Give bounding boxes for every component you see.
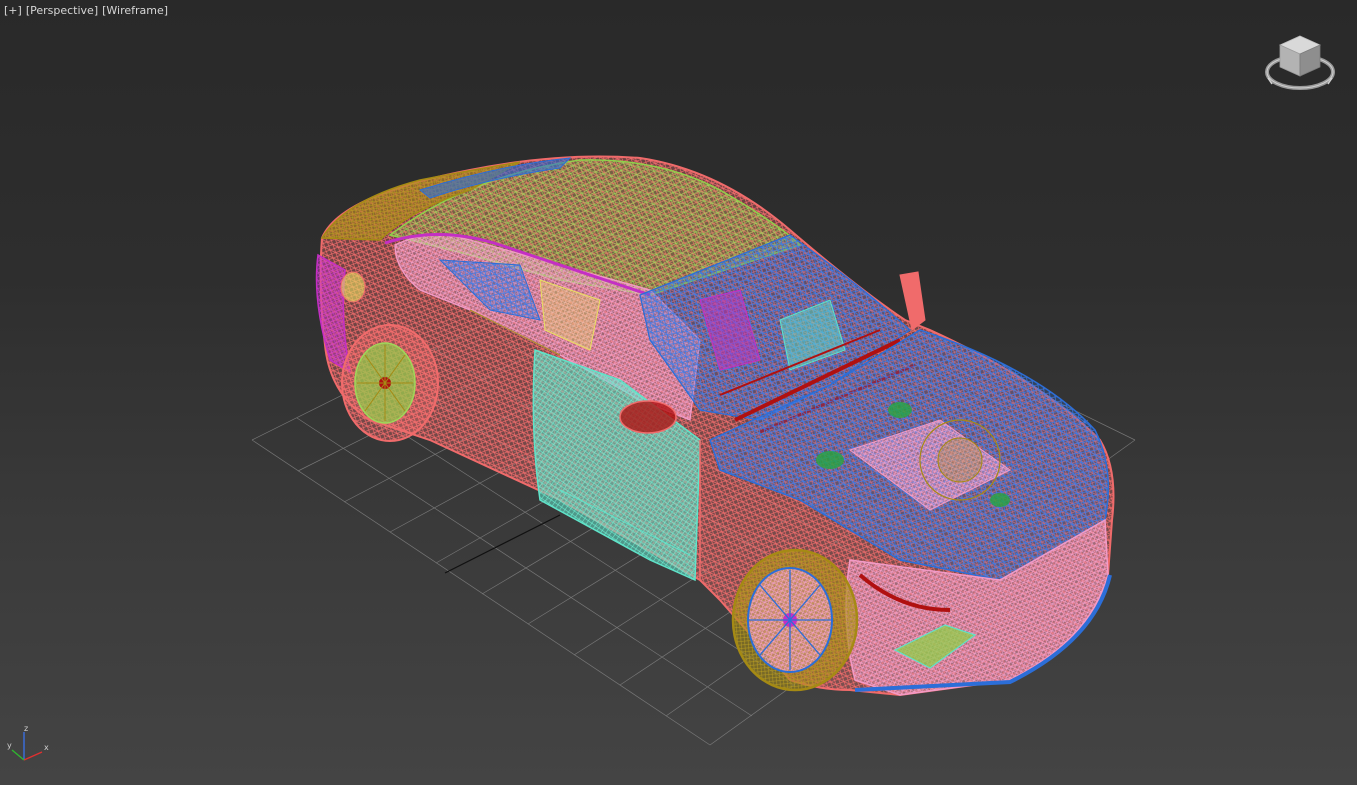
viewport-shading-label[interactable]: Wireframe [102,3,168,18]
axis-z-label: z [24,726,28,733]
car-wireframe-model [315,155,1115,697]
wireframe-scene[interactable] [0,0,1357,785]
car-front-wheel [731,548,859,692]
car-side-mirror [619,400,677,434]
axis-tripod-icon: z x y [6,724,52,766]
axis-y-label: y [7,741,12,750]
ground-axis-line [444,514,561,574]
viewport-view-label[interactable]: Perspective [26,3,98,18]
car-rear-wheel [341,324,439,442]
perspective-viewport[interactable]: + Perspective Wireframe z x y [0,0,1357,785]
viewcube-icon[interactable] [1262,30,1338,94]
viewport-menu-plus[interactable]: + [4,3,22,18]
axis-x-label: x [44,743,49,752]
viewport-label-bar: + Perspective Wireframe [4,3,168,18]
